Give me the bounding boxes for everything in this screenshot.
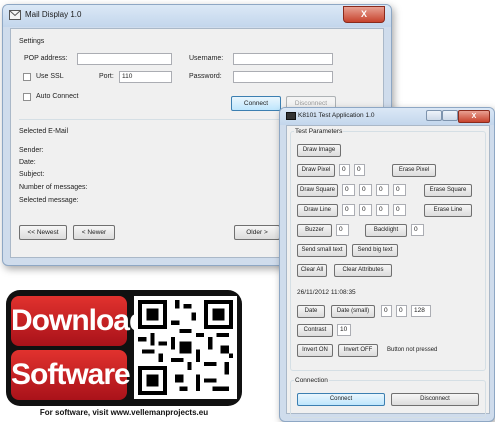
username-label: Username: xyxy=(189,55,224,62)
erase-square-button[interactable]: Erase Square xyxy=(424,184,472,197)
contrast-input[interactable]: 10 xyxy=(337,324,351,336)
date-input-1[interactable]: 0 xyxy=(381,305,392,317)
draw-line-input-2[interactable]: 0 xyxy=(359,204,372,216)
draw-pixel-y-input[interactable]: 0 xyxy=(354,164,365,176)
erase-line-button[interactable]: Erase Line xyxy=(424,204,472,217)
date-button[interactable]: Date xyxy=(297,305,325,318)
username-input[interactable] xyxy=(233,53,333,65)
connection-label: Connection xyxy=(294,377,329,384)
test-client-area: Test Parameters Draw Image Draw Pixel 0 … xyxy=(286,125,490,418)
draw-square-input-2[interactable]: 0 xyxy=(359,184,372,196)
invert-off-button[interactable]: Invert OFF xyxy=(338,344,378,357)
draw-line-input-3[interactable]: 0 xyxy=(376,204,389,216)
draw-line-input-1[interactable]: 0 xyxy=(342,204,355,216)
draw-pixel-x-input[interactable]: 0 xyxy=(339,164,350,176)
qr-code-icon xyxy=(134,296,237,399)
erase-pixel-button[interactable]: Erase Pixel xyxy=(392,164,436,177)
download-badge: Download xyxy=(11,296,147,346)
test-parameters-label: Test Parameters xyxy=(294,128,344,135)
datetime-display: 26/11/2012 11:08:35 xyxy=(297,289,356,296)
buzzer-button[interactable]: Buzzer xyxy=(297,224,332,237)
auto-connect-checkbox[interactable] xyxy=(23,93,31,101)
button-status-text: Button not pressed xyxy=(387,347,438,353)
use-ssl-label: Use SSL xyxy=(36,73,64,80)
draw-line-button[interactable]: Draw Line xyxy=(297,204,338,217)
draw-pixel-button[interactable]: Draw Pixel xyxy=(297,164,335,177)
draw-line-input-4[interactable]: 0 xyxy=(393,204,406,216)
subject-label: Subject: xyxy=(19,171,45,178)
date-input-3[interactable]: 128 xyxy=(411,305,431,317)
test-connect-button[interactable]: Connect xyxy=(297,393,385,406)
test-window-title: K8101 Test Application 1.0 xyxy=(298,112,375,119)
date-label: Date: xyxy=(19,159,36,166)
selected-message-label: Selected message: xyxy=(19,197,79,204)
pop-address-input[interactable] xyxy=(77,53,172,65)
test-close-button[interactable]: X xyxy=(458,110,490,123)
promo-footer-text: For software, visit www.vellemanprojects… xyxy=(39,408,209,417)
software-badge: Software xyxy=(11,350,131,400)
backlight-button[interactable]: Backlight xyxy=(365,224,407,237)
mail-app-icon xyxy=(9,10,21,20)
lcd-app-icon xyxy=(286,112,296,120)
draw-square-input-1[interactable]: 0 xyxy=(342,184,355,196)
maximize-button[interactable] xyxy=(442,110,458,121)
date-small-button[interactable]: Date (small) xyxy=(331,305,375,318)
clear-attributes-button[interactable]: Clear Attributes xyxy=(334,264,392,277)
send-big-text-button[interactable]: Send big text xyxy=(352,244,398,257)
draw-image-button[interactable]: Draw Image xyxy=(297,144,341,157)
mail-window-title: Mail Display 1.0 xyxy=(25,10,82,19)
use-ssl-checkbox[interactable] xyxy=(23,73,31,81)
test-disconnect-button[interactable]: Disconnect xyxy=(391,393,479,406)
port-input[interactable]: 110 xyxy=(119,71,172,83)
sender-label: Sender: xyxy=(19,147,44,154)
number-of-messages-label: Number of messages: xyxy=(19,184,88,191)
download-software-logo[interactable]: Download Software xyxy=(6,290,242,406)
clear-all-button[interactable]: Clear All xyxy=(297,264,327,277)
date-input-2[interactable]: 0 xyxy=(396,305,407,317)
draw-square-button[interactable]: Draw Square xyxy=(297,184,338,197)
settings-label: Settings xyxy=(19,38,45,45)
mail-titlebar[interactable]: Mail Display 1.0 X xyxy=(3,5,391,27)
selected-email-label: Selected E-Mail xyxy=(19,128,69,135)
invert-on-button[interactable]: Invert ON xyxy=(297,344,333,357)
newer-button[interactable]: < Newer xyxy=(73,225,115,240)
buzzer-input[interactable]: 0 xyxy=(336,224,349,236)
draw-square-input-4[interactable]: 0 xyxy=(393,184,406,196)
port-label: Port: xyxy=(99,73,114,80)
send-small-text-button[interactable]: Send small text xyxy=(297,244,347,257)
draw-square-input-3[interactable]: 0 xyxy=(376,184,389,196)
mail-close-button[interactable]: X xyxy=(343,6,385,23)
password-input[interactable] xyxy=(233,71,333,83)
minimize-button[interactable] xyxy=(426,110,442,121)
test-app-window: K8101 Test Application 1.0 X Test Parame… xyxy=(279,107,495,422)
password-label: Password: xyxy=(189,73,222,80)
mail-connect-button[interactable]: Connect xyxy=(231,96,281,111)
older-button[interactable]: Older > xyxy=(234,225,280,240)
backlight-input[interactable]: 0 xyxy=(411,224,424,236)
auto-connect-label: Auto Connect xyxy=(36,93,79,100)
contrast-button[interactable]: Contrast xyxy=(297,324,333,337)
pop-address-label: POP address: xyxy=(24,55,68,62)
test-titlebar[interactable]: K8101 Test Application 1.0 X xyxy=(280,108,494,125)
newest-button[interactable]: << Newest xyxy=(19,225,67,240)
